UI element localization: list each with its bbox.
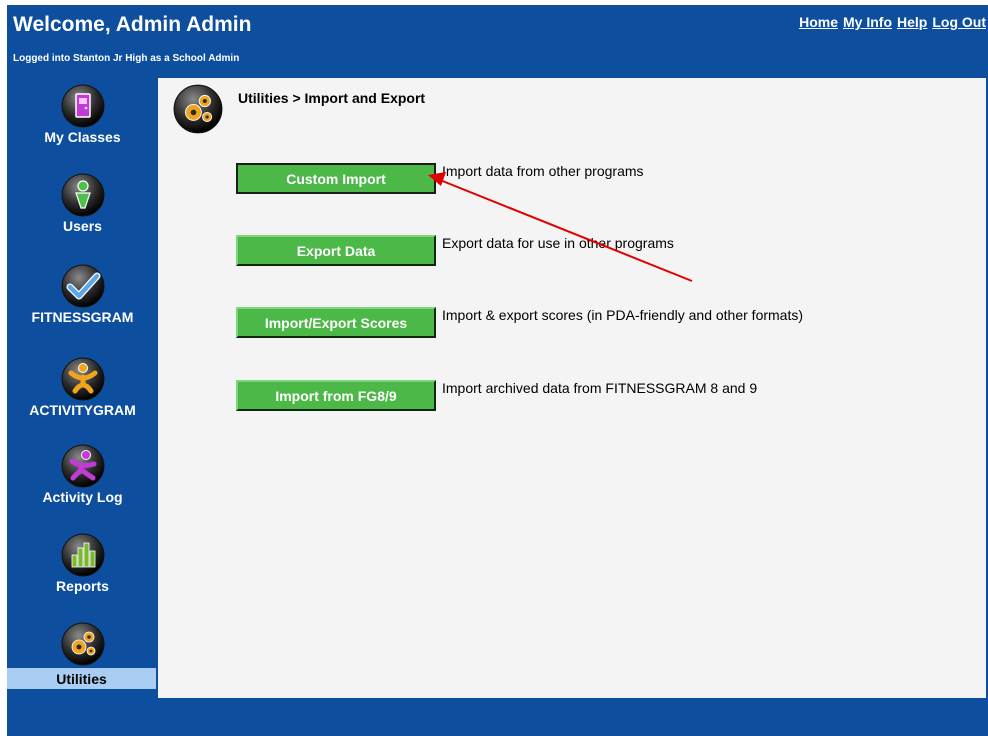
sidebar-item-label: Reports bbox=[56, 578, 109, 594]
breadcrumb: Utilities > Import and Export bbox=[238, 90, 426, 106]
app-frame: Welcome, Admin Admin Logged into Stanton… bbox=[7, 5, 988, 736]
top-nav: Home My Info Help Log Out bbox=[799, 14, 986, 30]
sidebar-item-activitygram[interactable]: ACTIVITYGRAM bbox=[7, 357, 158, 418]
activity-figure-icon bbox=[61, 357, 104, 401]
action-row-import-export-scores: Import/Export Scores Import & export sco… bbox=[236, 307, 803, 338]
custom-import-button[interactable]: Custom Import bbox=[236, 163, 436, 194]
sidebar-item-label: Utilities bbox=[56, 670, 107, 687]
action-description: Import & export scores (in PDA-friendly … bbox=[442, 307, 804, 323]
sidebar-item-activity-log[interactable]: Activity Log bbox=[7, 444, 158, 505]
import-from-fg89-button[interactable]: Import from FG8/9 bbox=[236, 380, 436, 411]
log-out-link[interactable]: Log Out bbox=[932, 14, 986, 30]
help-link[interactable]: Help bbox=[897, 14, 927, 30]
sidebar-item-label: Users bbox=[63, 218, 102, 234]
action-row-custom-import: Custom Import Import data from other pro… bbox=[236, 163, 644, 194]
welcome-title: Welcome, Admin Admin bbox=[13, 13, 252, 36]
door-icon bbox=[61, 84, 104, 128]
runner-figure-icon bbox=[61, 444, 104, 488]
sidebar-item-reports[interactable]: Reports bbox=[7, 533, 158, 594]
sidebar-item-label: FITNESSGRAM bbox=[31, 309, 134, 325]
action-row-import-fg89: Import from FG8/9 Import archived data f… bbox=[236, 380, 757, 411]
action-description: Import data from other programs bbox=[442, 163, 644, 179]
gears-icon bbox=[173, 84, 223, 134]
sidebar-item-label: Activity Log bbox=[42, 489, 123, 505]
sidebar-item-my-classes[interactable]: My Classes bbox=[7, 84, 158, 145]
action-row-export-data: Export Data Export data for use in other… bbox=[236, 235, 674, 266]
my-info-link[interactable]: My Info bbox=[843, 14, 892, 30]
import-export-scores-button[interactable]: Import/Export Scores bbox=[236, 307, 436, 338]
sidebar-item-utilities[interactable]: Utilities bbox=[7, 622, 158, 689]
bar-chart-icon bbox=[61, 533, 104, 577]
active-nav-highlight: Utilities bbox=[7, 668, 156, 689]
action-description: Import archived data from FITNESSGRAM 8 … bbox=[442, 380, 758, 396]
main-content: Utilities > Import and Export Custom Imp… bbox=[158, 78, 986, 698]
login-status: Logged into Stanton Jr High as a School … bbox=[13, 53, 240, 64]
action-description: Export data for use in other programs bbox=[442, 235, 674, 251]
sidebar-item-label: ACTIVITYGRAM bbox=[29, 402, 136, 418]
export-data-button[interactable]: Export Data bbox=[236, 235, 436, 266]
checkmark-icon bbox=[61, 264, 104, 308]
sidebar-item-fitnessgram[interactable]: FITNESSGRAM bbox=[7, 264, 158, 325]
home-link[interactable]: Home bbox=[799, 14, 838, 30]
person-icon bbox=[61, 173, 104, 217]
sidebar-item-users[interactable]: Users bbox=[7, 173, 158, 234]
gears-icon bbox=[61, 622, 104, 666]
sidebar-item-label: My Classes bbox=[44, 129, 121, 145]
